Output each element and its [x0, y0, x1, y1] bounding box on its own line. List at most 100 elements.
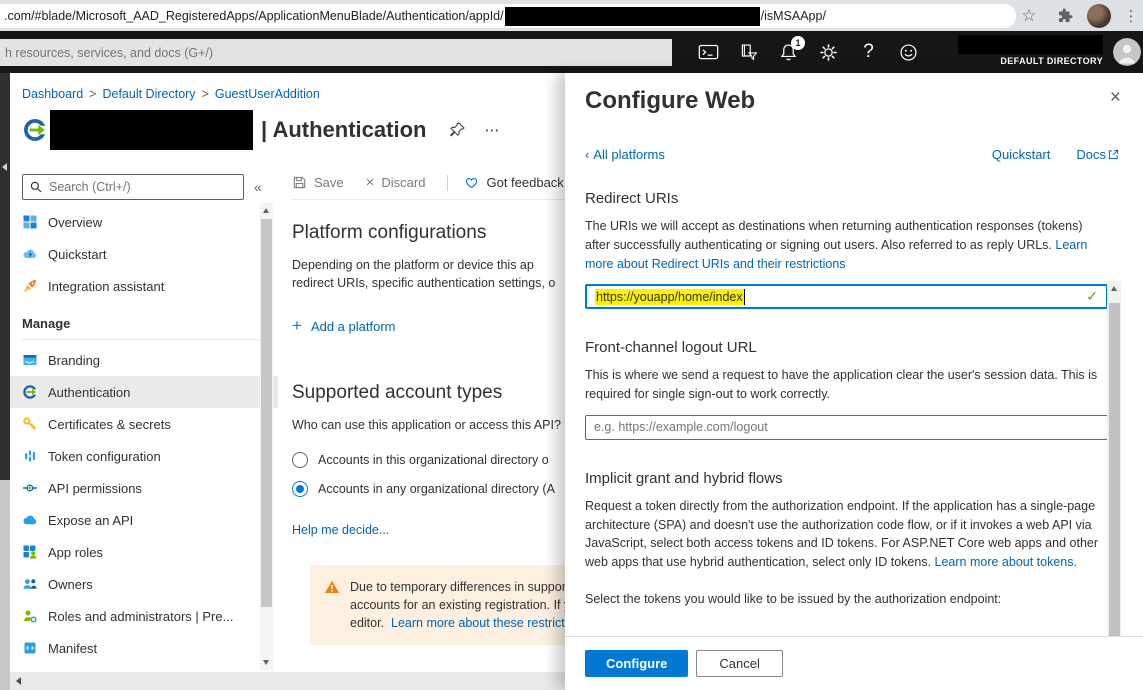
sidebar-item-label: Certificates & secrets — [48, 417, 171, 432]
add-platform-button[interactable]: + Add a platform — [292, 316, 565, 336]
sidebar-item-quickstart[interactable]: Quickstart — [10, 238, 278, 270]
app-registration-icon — [22, 117, 48, 143]
heart-icon — [464, 175, 479, 190]
platform-description-line2: redirect URIs, specific authentication s… — [292, 276, 565, 290]
bars-icon — [22, 448, 38, 464]
breadcrumb: Dashboard>Default Directory>GuestUserAdd… — [22, 87, 565, 101]
sidebar-item-label: Overview — [48, 215, 102, 230]
redirect-uri-value: https://youapp/home/index — [595, 289, 745, 305]
save-button[interactable]: Save — [292, 175, 344, 190]
sidebar-item-api-permissions[interactable]: API permissions — [10, 472, 278, 504]
notification-badge: 1 — [791, 36, 805, 50]
more-options-icon[interactable]: ⋯ — [484, 121, 501, 139]
back-chevron-icon: ‹ — [585, 147, 589, 162]
sidebar-collapse-icon[interactable]: « — [254, 179, 262, 195]
help-me-decide-link[interactable]: Help me decide... — [292, 523, 565, 537]
platform-configurations-heading: Platform configurations — [292, 222, 565, 244]
sidebar-item-owners[interactable]: Owners — [10, 568, 278, 600]
discard-x-icon: × — [366, 175, 375, 190]
restrictions-learn-more-link[interactable]: Learn more about these restrictions. — [391, 616, 565, 630]
settings-gear-icon[interactable] — [817, 41, 840, 64]
sidebar-item-label: Authentication — [48, 385, 130, 400]
portal-search-input[interactable] — [0, 39, 672, 66]
redirect-uris-heading: Redirect URIs — [585, 190, 1099, 207]
warning-banner: Due to temporary differences in supporte… — [310, 565, 565, 645]
cancel-button[interactable]: Cancel — [696, 650, 782, 677]
sidebar-item-label: Roles and administrators | Pre... — [48, 609, 233, 624]
breadcrumb-directory[interactable]: Default Directory — [102, 87, 195, 101]
plus-icon: + — [292, 316, 302, 336]
directory-filter-icon[interactable] — [737, 41, 760, 64]
panel-scrollbar[interactable] — [1107, 281, 1121, 636]
panel-close-icon[interactable]: × — [1110, 87, 1121, 109]
docs-link[interactable]: Docs — [1076, 147, 1119, 162]
pin-icon[interactable] — [448, 121, 466, 139]
key-icon — [22, 416, 38, 432]
blade-sidebar: « Overview QuickstartIntegration assistan… — [10, 165, 278, 672]
window-icon — [22, 352, 38, 368]
browser-menu-icon[interactable]: ⋮ — [1118, 3, 1143, 29]
portal-avatar[interactable] — [1113, 38, 1141, 66]
sidebar-item-label: Branding — [48, 353, 100, 368]
radio-circle-selected[interactable] — [292, 481, 308, 497]
sidebar-item-label: Manifest — [48, 641, 97, 656]
implicit-grant-heading: Implicit grant and hybrid flows — [585, 470, 1099, 487]
logout-url-input[interactable] — [585, 415, 1108, 440]
sidebar-item-integration-assistant[interactable]: Integration assistant — [10, 270, 278, 302]
page-title: | Authentication — [261, 117, 426, 143]
extensions-puzzle-icon[interactable] — [1052, 3, 1078, 29]
rocket-icon — [22, 278, 38, 294]
left-edge-strip — [0, 73, 10, 690]
cloud-flash-icon — [22, 246, 38, 262]
radio-single-tenant[interactable]: Accounts in this organizational director… — [292, 452, 565, 468]
sidebar-item-certificates-secrets[interactable]: Certificates & secrets — [10, 408, 278, 440]
quickstart-link[interactable]: Quickstart — [992, 147, 1051, 162]
tokens-learn-more-link[interactable]: Learn more about tokens. — [935, 555, 1077, 569]
bookmark-star-icon[interactable]: ☆ — [1016, 3, 1042, 29]
warning-line2: accounts for an existing registration. I… — [350, 596, 565, 614]
accounts-question: Who can use this application or access t… — [292, 418, 565, 432]
breadcrumb-dashboard[interactable]: Dashboard — [22, 87, 83, 101]
horizontal-scrollbar[interactable] — [10, 672, 565, 690]
browser-profile-avatar[interactable] — [1086, 3, 1112, 29]
cloud-icon — [22, 512, 38, 528]
cloud-shell-icon[interactable] — [697, 41, 720, 64]
auth-icon — [22, 384, 38, 400]
panel-title: Configure Web — [585, 87, 1123, 115]
configure-button[interactable]: Configure — [585, 650, 688, 677]
sidebar-search-input[interactable] — [49, 180, 237, 194]
sidebar-item-app-roles[interactable]: App roles — [10, 536, 278, 568]
url-text-suffix: /isMSAApp/ — [761, 9, 826, 23]
all-platforms-back-link[interactable]: ‹All platforms — [585, 147, 665, 162]
feedback-smiley-icon[interactable] — [897, 41, 920, 64]
command-bar: Save × Discard Got feedback — [292, 174, 565, 200]
help-icon[interactable]: ? — [857, 41, 880, 64]
redirect-uri-input[interactable]: https://youapp/home/index ✓ — [585, 284, 1108, 309]
discard-button[interactable]: × Discard — [366, 175, 426, 190]
radio-circle-unselected[interactable] — [292, 452, 308, 468]
breadcrumb-app[interactable]: GuestUserAddition — [215, 87, 320, 101]
radio-multitenant[interactable]: Accounts in any organizational directory… — [292, 481, 565, 497]
valid-checkmark-icon: ✓ — [1086, 288, 1098, 305]
sidebar-search-box[interactable] — [22, 174, 244, 200]
sidebar-item-overview[interactable]: Overview — [10, 206, 278, 238]
sidebar-item-roles-and-administrators-pre[interactable]: Roles and administrators | Pre... — [10, 600, 278, 632]
people-icon — [22, 576, 38, 592]
directory-label: DEFAULT DIRECTORY — [958, 56, 1103, 66]
sidebar-item-authentication[interactable]: Authentication — [10, 376, 278, 408]
sidebar-divider — [22, 339, 266, 340]
address-bar[interactable]: .com/#blade/Microsoft_AAD_RegisteredApps… — [0, 4, 1016, 28]
sidebar-item-label: Owners — [48, 577, 93, 592]
redirect-uris-description: The URIs we will accept as destinations … — [585, 217, 1105, 273]
scroll-left-arrow-icon[interactable] — [16, 677, 21, 685]
sidebar-item-expose-an-api[interactable]: Expose an API — [10, 504, 278, 536]
notifications-bell-icon[interactable]: 1 — [777, 41, 800, 64]
sidebar-item-token-configuration[interactable]: Token configuration — [10, 440, 278, 472]
panel-footer: Configure Cancel — [565, 636, 1143, 690]
sidebar-scrollbar[interactable] — [260, 203, 273, 670]
sidebar-item-manifest[interactable]: Manifest — [10, 632, 278, 664]
sidebar-item-branding[interactable]: Branding — [10, 344, 278, 376]
authentication-blade: Dashboard>Default Directory>GuestUserAdd… — [10, 73, 565, 690]
left-collapse-arrow-icon[interactable] — [2, 163, 7, 171]
got-feedback-button[interactable]: Got feedback — [464, 175, 563, 190]
